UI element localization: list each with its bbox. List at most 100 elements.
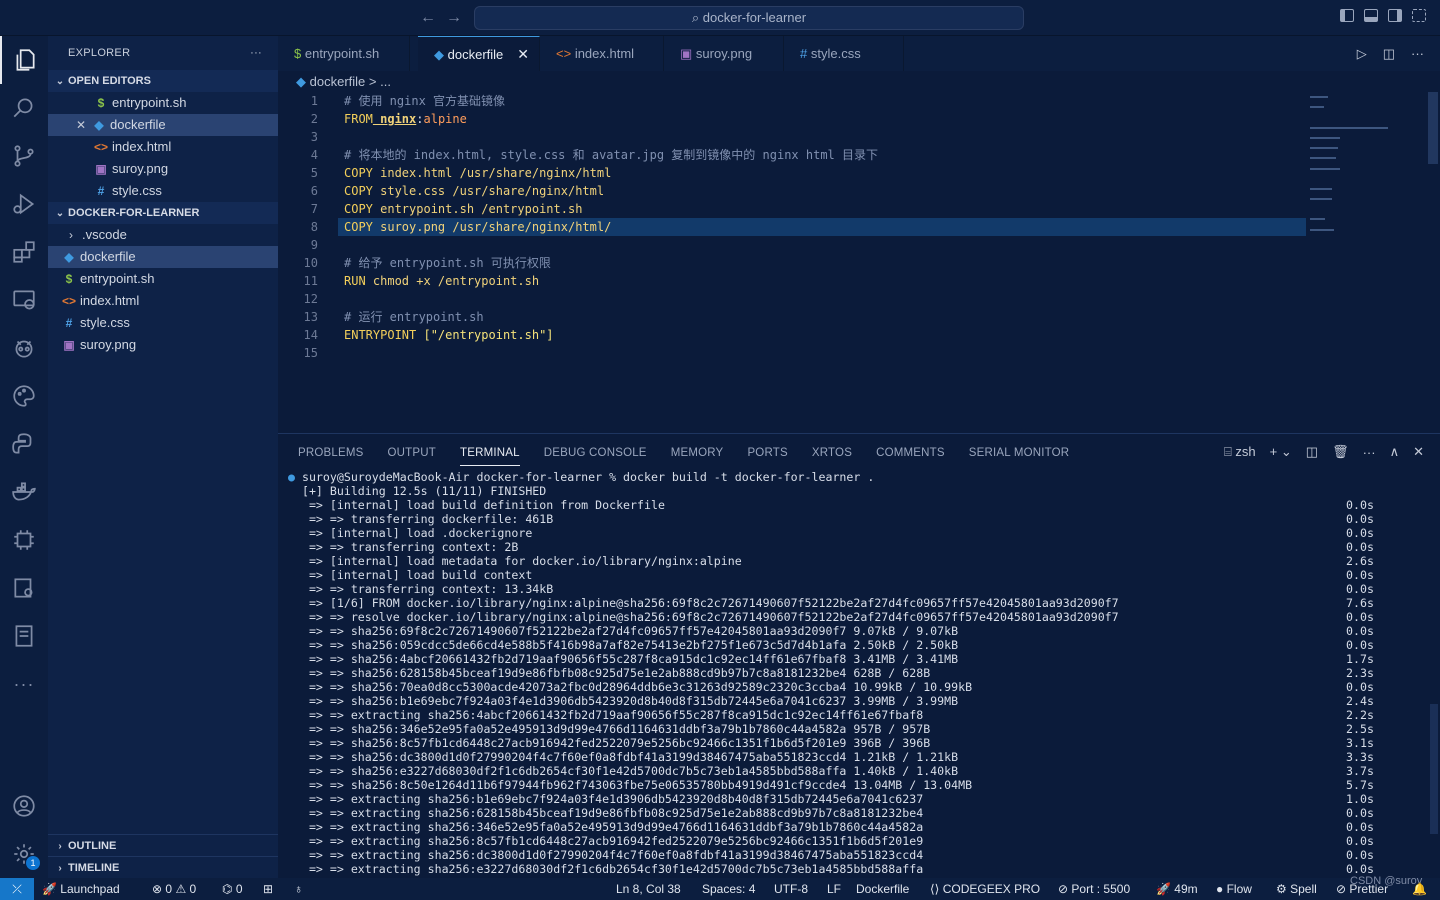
folder-item[interactable]: › .vscode (48, 224, 278, 246)
file-item[interactable]: <> index.html (48, 290, 278, 312)
terminal-output[interactable]: ● suroy@SuroydeMacBook-Air docker-for-le… (288, 470, 1408, 876)
customize-layout-icon[interactable] (1412, 9, 1426, 22)
code-editor[interactable]: 1 2 3 4 5 6 7 8 9 10 11 12 13 14 15 # 使用 nginx 官方基础镜像 F… (278, 92, 1426, 432)
code-line[interactable]: # 将本地的 index.html, style.css 和 avatar.jp… (344, 146, 1424, 164)
indentation[interactable]: Spaces: 4 (702, 878, 755, 900)
explorer-icon[interactable] (0, 36, 48, 84)
codegeex-item[interactable]: ⟨⟩ CODEGEEX PRO (930, 878, 1040, 900)
language-mode[interactable]: Dockerfile (856, 878, 909, 900)
file-item[interactable]: ◆ dockerfile (48, 246, 278, 268)
tab-output[interactable]: OUTPUT (388, 444, 436, 466)
tab-xrtos[interactable]: XRTOS (812, 444, 852, 466)
terminal-scroll-thumb[interactable] (1430, 704, 1438, 834)
code-line[interactable]: COPY style.css /usr/share/nginx/html (344, 182, 1424, 200)
ports-indicator[interactable]: ⌬ 0 (222, 878, 243, 900)
split-editor-icon[interactable]: ◫ (1383, 46, 1395, 62)
command-decoration-icon[interactable]: ● (288, 470, 302, 484)
toggle-primary-sidebar-icon[interactable] (1340, 9, 1354, 22)
docker-icon[interactable] (0, 468, 48, 516)
live-server-port[interactable]: ⊘ Port : 5500 (1058, 878, 1130, 900)
maximize-panel-icon[interactable]: ∧ (1390, 444, 1400, 460)
scroll-thumb[interactable] (1428, 92, 1438, 164)
editor-more-icon[interactable]: ··· (1411, 46, 1424, 61)
problems-indicator[interactable]: ⊗ 0 ⚠ 0 (152, 878, 196, 900)
flow-item[interactable]: ● Flow (1216, 878, 1252, 900)
code-line[interactable] (344, 236, 1424, 254)
run-icon[interactable]: ▷ (1357, 46, 1367, 62)
editor-scrollbar[interactable] (1426, 92, 1440, 432)
launchpad-item[interactable]: 🚀 Launchpad (42, 878, 120, 900)
code-line[interactable]: RUN chmod +x /entrypoint.sh (344, 272, 1424, 290)
terminal-shell-selector[interactable]: ⌸ zsh (1224, 444, 1256, 460)
tab-problems[interactable]: PROBLEMS (298, 444, 364, 466)
encoding[interactable]: UTF-8 (774, 878, 808, 900)
settings-gear-icon[interactable]: 1 (0, 830, 48, 878)
code-line[interactable] (344, 290, 1424, 308)
session-timer[interactable]: 🚀 49m (1156, 878, 1198, 900)
line-ending[interactable]: LF (827, 878, 841, 900)
notifications-bell-icon[interactable]: 🔔 (1412, 878, 1427, 900)
source-control-icon[interactable] (0, 132, 48, 180)
code-line[interactable]: COPY entrypoint.sh /entrypoint.sh (344, 200, 1424, 218)
layout-indicator-icon[interactable]: ⊞ (263, 878, 273, 900)
kill-terminal-icon[interactable]: 🗑 (1332, 444, 1349, 460)
extensions-icon[interactable] (0, 228, 48, 276)
open-editor-item[interactable]: # style.css (48, 180, 278, 202)
code-line[interactable]: COPY index.html /usr/share/nginx/html (344, 164, 1424, 182)
close-panel-icon[interactable]: ✕ (1413, 444, 1424, 460)
search-view-icon[interactable] (0, 84, 48, 132)
toggle-secondary-sidebar-icon[interactable] (1388, 9, 1402, 22)
lightbulb-icon[interactable]: ♁ (294, 878, 303, 900)
more-views-icon[interactable]: ··· (0, 660, 48, 708)
chip-icon[interactable] (0, 516, 48, 564)
toggle-panel-icon[interactable] (1364, 9, 1378, 22)
split-terminal-icon[interactable]: ◫ (1306, 444, 1318, 460)
breadcrumb-symbols[interactable]: ... (380, 74, 391, 89)
tab-debug-console[interactable]: DEBUG CONSOLE (544, 444, 647, 466)
code-line[interactable]: # 给予 entrypoint.sh 可执行权限 (344, 254, 1424, 272)
open-editor-item[interactable]: ✕ ◆ dockerfile (48, 114, 278, 136)
copilot-icon[interactable] (0, 324, 48, 372)
panel-more-icon[interactable]: ··· (1363, 445, 1376, 460)
open-editor-item[interactable]: ▣ suroy.png (48, 158, 278, 180)
code-line[interactable]: ENTRYPOINT ["/entrypoint.sh"] (344, 326, 1424, 344)
code-line[interactable]: # 运行 entrypoint.sh (344, 308, 1424, 326)
file-item[interactable]: # style.css (48, 312, 278, 334)
tab-serial-monitor[interactable]: SERIAL MONITOR (969, 444, 1070, 466)
code-line[interactable]: # 使用 nginx 官方基础镜像 (344, 92, 1424, 110)
tab-suroy-png[interactable]: ▣ suroy.png (664, 36, 784, 71)
run-debug-icon[interactable] (0, 180, 48, 228)
new-terminal-icon[interactable]: + ⌄ (1270, 444, 1292, 460)
code-line[interactable]: FROM nginx:alpine (344, 110, 1424, 128)
accounts-icon[interactable] (0, 782, 48, 830)
open-editors-section[interactable]: ⌄ OPEN EDITORS (48, 70, 278, 92)
tab-memory[interactable]: MEMORY (671, 444, 724, 466)
code-line[interactable]: COPY suroy.png /usr/share/nginx/html/ (344, 218, 1424, 236)
outline-section[interactable]: › OUTLINE (48, 834, 278, 856)
explorer-more-icon[interactable]: ··· (250, 36, 262, 70)
tab-comments[interactable]: COMMENTS (876, 444, 945, 466)
tab-entrypoint-sh[interactable]: $ entrypoint.sh (278, 36, 410, 71)
cursor-position[interactable]: Ln 8, Col 38 (616, 878, 681, 900)
spell-item[interactable]: ⚙ Spell (1276, 878, 1317, 900)
timeline-section[interactable]: › TIMELINE (48, 856, 278, 878)
remote-explorer-icon[interactable] (0, 276, 48, 324)
open-editor-item[interactable]: <> index.html (48, 136, 278, 158)
notebook-icon[interactable] (0, 612, 48, 660)
breadcrumb-file[interactable]: dockerfile (310, 74, 366, 89)
file-item[interactable]: ▣ suroy.png (48, 334, 278, 356)
close-icon[interactable]: ✕ (74, 114, 88, 136)
back-arrow-icon[interactable]: ← (418, 8, 438, 28)
forward-arrow-icon[interactable]: → (444, 8, 464, 28)
palette-icon[interactable] (0, 372, 48, 420)
tab-index-html[interactable]: <> index.html (540, 36, 664, 71)
minimap[interactable] (1306, 92, 1426, 432)
tab-style-css[interactable]: # style.css (784, 36, 904, 71)
remote-indicator-icon[interactable]: ⤫ (0, 878, 34, 900)
tab-dockerfile[interactable]: ◆ dockerfile ✕ (418, 36, 540, 71)
code-line[interactable] (344, 344, 1424, 362)
tab-ports[interactable]: PORTS (747, 444, 787, 466)
tab-terminal[interactable]: TERMINAL (460, 444, 520, 466)
container-settings-icon[interactable] (0, 564, 48, 612)
open-editor-item[interactable]: $ entrypoint.sh (48, 92, 278, 114)
